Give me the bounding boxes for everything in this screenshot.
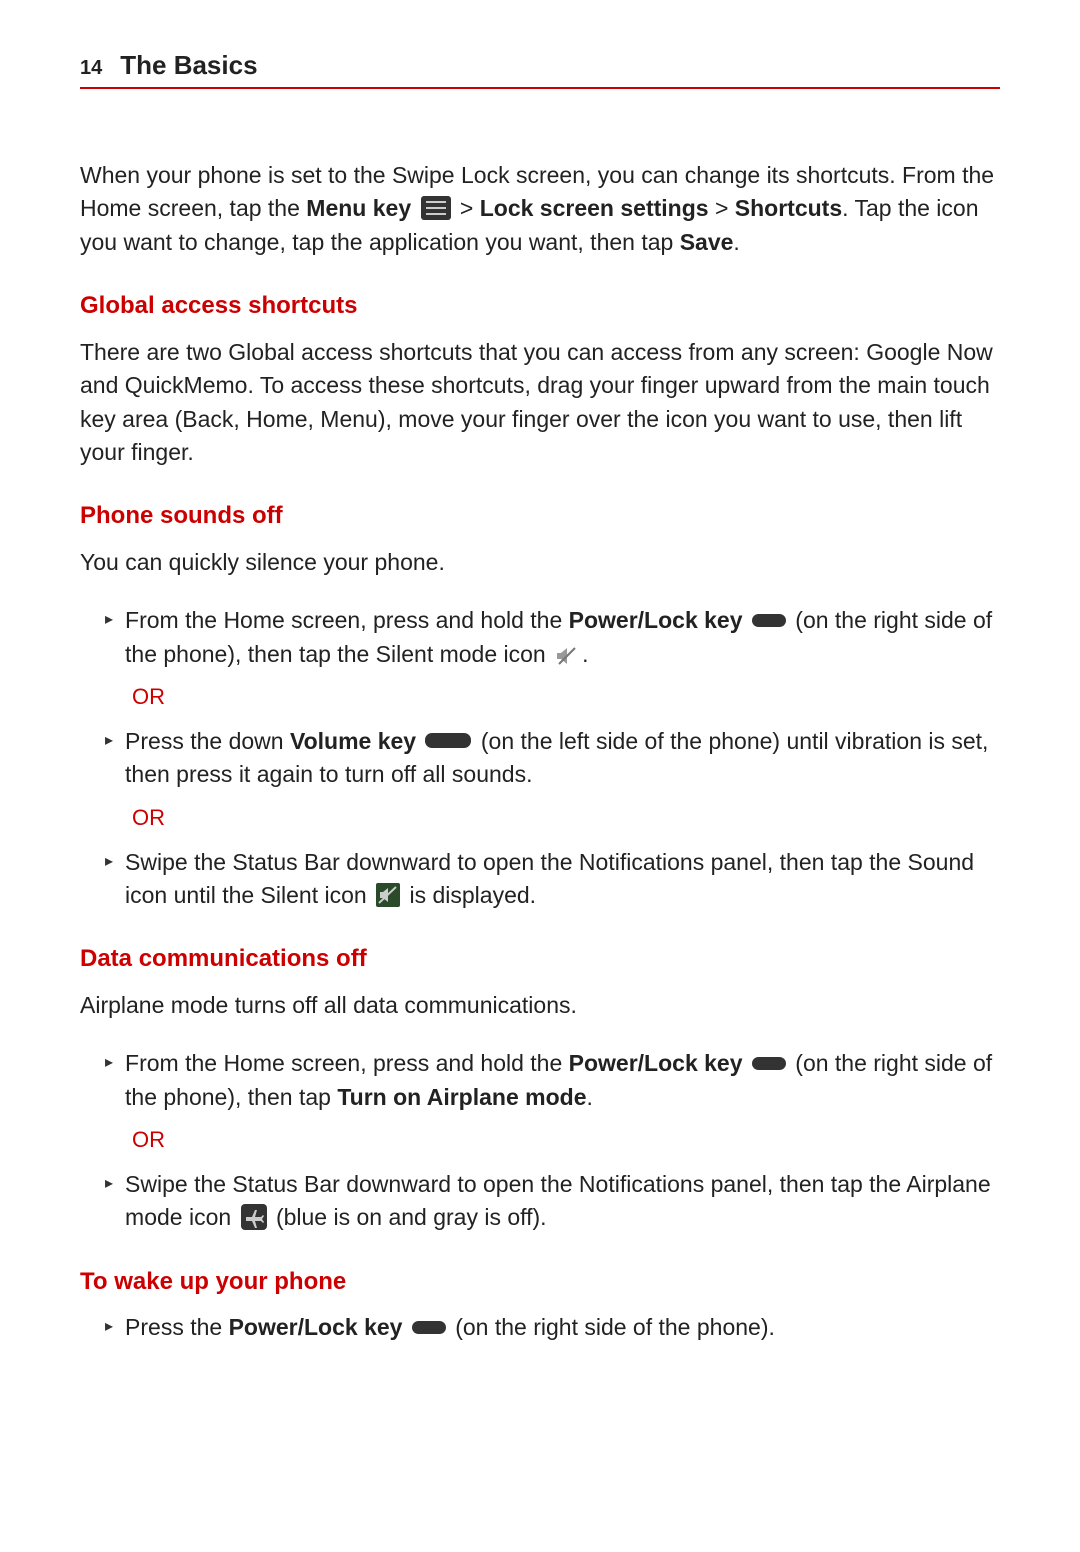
list-item: Swipe the Status Bar downward to open th…	[80, 1168, 1000, 1235]
heading-wake-phone: To wake up your phone	[80, 1265, 1000, 1300]
list-item: From the Home screen, press and hold the…	[80, 604, 1000, 671]
data-intro: Airplane mode turns off all data communi…	[80, 989, 1000, 1022]
airplane-mode-icon	[241, 1204, 267, 1230]
text: .	[582, 641, 588, 667]
list-item: Press the Power/Lock key (on the right s…	[80, 1311, 1000, 1344]
list-item: Swipe the Status Bar downward to open th…	[80, 846, 1000, 913]
power-key-icon	[752, 614, 786, 627]
shortcuts-label: Shortcuts	[735, 195, 842, 221]
volume-key-label: Volume key	[290, 728, 416, 754]
global-body: There are two Global access shortcuts th…	[80, 336, 1000, 469]
text: From the Home screen, press and hold the	[125, 1050, 569, 1076]
document-page: 14 The Basics When your phone is set to …	[0, 0, 1080, 1435]
or-separator: OR	[132, 1124, 1000, 1156]
silent-icon	[376, 883, 400, 907]
power-key-icon	[752, 1057, 786, 1070]
power-lock-key-label: Power/Lock key	[569, 1050, 743, 1076]
intro-paragraph: When your phone is set to the Swipe Lock…	[80, 159, 1000, 259]
text: From the Home screen, press and hold the	[125, 607, 569, 633]
heading-global-access: Global access shortcuts	[80, 289, 1000, 324]
power-lock-key-label: Power/Lock key	[229, 1314, 403, 1340]
text: Press the	[125, 1314, 229, 1340]
heading-data-comm-off: Data communications off	[80, 942, 1000, 977]
power-key-icon	[412, 1321, 446, 1334]
sounds-intro: You can quickly silence your phone.	[80, 546, 1000, 579]
text: >	[715, 195, 735, 221]
text: Press the down	[125, 728, 290, 754]
or-separator: OR	[132, 802, 1000, 834]
text: (on the right side of the phone).	[455, 1314, 775, 1340]
text: (blue is on and gray is off).	[276, 1204, 547, 1230]
or-separator: OR	[132, 681, 1000, 713]
list-item: From the Home screen, press and hold the…	[80, 1047, 1000, 1114]
text: Swipe the Status Bar downward to open th…	[125, 849, 974, 908]
lock-screen-settings-label: Lock screen settings	[480, 195, 709, 221]
page-number: 14	[80, 57, 102, 80]
heading-phone-sounds-off: Phone sounds off	[80, 499, 1000, 534]
text: .	[733, 229, 739, 255]
power-lock-key-label: Power/Lock key	[569, 607, 743, 633]
list-item: Press the down Volume key (on the left s…	[80, 725, 1000, 792]
silent-mode-icon	[555, 643, 579, 665]
page-header: 14 The Basics	[80, 50, 1000, 89]
save-label: Save	[680, 229, 734, 255]
text: .	[586, 1084, 592, 1110]
text: is displayed.	[409, 882, 536, 908]
volume-key-icon	[425, 733, 471, 748]
turn-on-airplane-label: Turn on Airplane mode	[337, 1084, 586, 1110]
section-title: The Basics	[120, 50, 257, 81]
text: >	[460, 195, 480, 221]
menu-key-label: Menu key	[306, 195, 411, 221]
menu-key-icon	[421, 196, 451, 220]
body-content: When your phone is set to the Swipe Lock…	[80, 159, 1000, 1345]
